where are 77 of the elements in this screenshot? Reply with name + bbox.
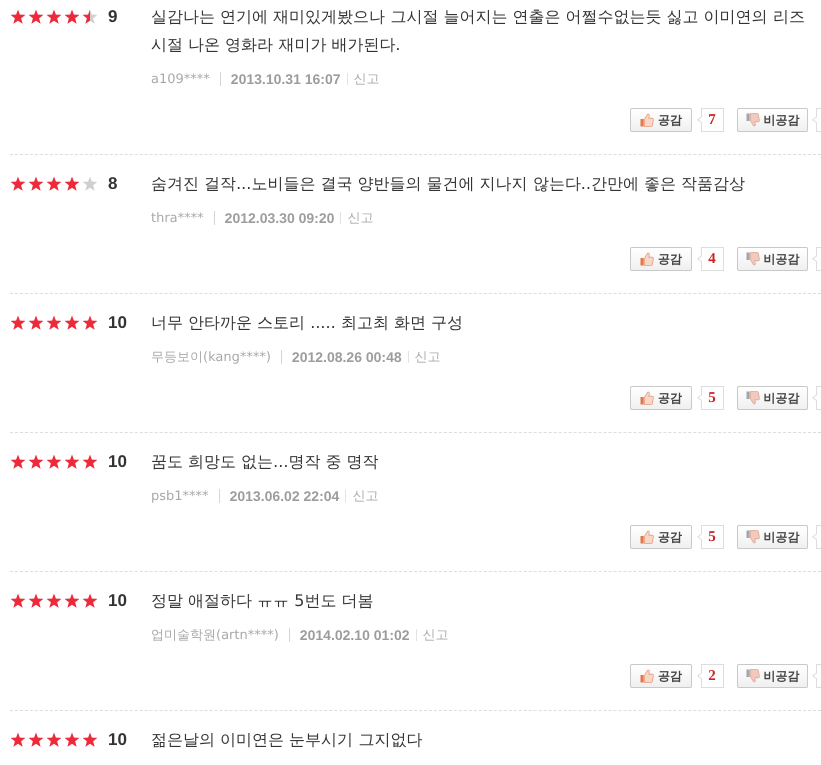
- rating-score: 10: [108, 313, 127, 333]
- thumbs-up-icon: [640, 391, 654, 405]
- star-icon: [64, 593, 80, 609]
- thumbs-up-icon: [640, 113, 654, 127]
- like-button[interactable]: 공감: [630, 247, 692, 271]
- like-button[interactable]: 공감: [630, 525, 692, 549]
- star-icon: [82, 593, 98, 609]
- thumbs-down-icon: [746, 530, 760, 544]
- like-count: 2: [697, 664, 724, 688]
- user-name: thra****: [151, 210, 204, 226]
- star-icon: [10, 315, 26, 331]
- post-date: 2012.03.30 09:20: [224, 210, 334, 226]
- star-icon: [64, 454, 80, 470]
- user-name: 무등보이(kang****): [151, 349, 271, 366]
- user-name: a109****: [151, 72, 210, 86]
- star-icon: [28, 732, 44, 748]
- star-icon: [28, 176, 44, 192]
- like-button[interactable]: 공감: [630, 108, 692, 132]
- star-icon: [10, 9, 26, 25]
- like-count: 5: [697, 525, 724, 549]
- review-text: 젊은날의 이미연은 눈부시기 그지없다: [151, 729, 424, 751]
- post-date: 2013.10.31 16:07: [230, 71, 341, 87]
- star-icon: [82, 732, 98, 748]
- star-icon: [46, 593, 62, 609]
- post-date: 2013.06.02 22:04: [230, 488, 340, 504]
- star-icon: [82, 315, 98, 331]
- star-icon: [64, 732, 80, 748]
- star-icon: [64, 315, 80, 331]
- star-icon: [10, 732, 26, 748]
- star-icon: [28, 9, 44, 25]
- star-icon: [28, 454, 44, 470]
- dislike-button[interactable]: 비공감: [737, 247, 808, 271]
- review-text: 실감나는 연기에 재미있게봤으나 그시절 늘어지는 연출은 어쩔수없는듯 싫고 이미연의 리즈 시절 나온 영화라 재미가 배가된다.: [151, 6, 806, 56]
- rating-score: 8: [108, 174, 118, 194]
- star-icon: [10, 593, 26, 609]
- like-count: 7: [697, 108, 724, 132]
- star-icon: [10, 454, 26, 470]
- rating-score: 10: [108, 452, 127, 472]
- review-text: 정말 애절하다 ㅠㅠ 5번도 더봄: [151, 590, 375, 612]
- dislike-button[interactable]: 비공감: [737, 525, 808, 549]
- star-icon: [46, 315, 62, 331]
- star-icon: [64, 176, 80, 192]
- star-icon: [82, 9, 98, 25]
- like-button[interactable]: 공감: [630, 386, 692, 410]
- user-name: 업미술학원(artn****): [151, 627, 279, 644]
- thumbs-up-icon: [640, 530, 654, 544]
- review-text: 너무 안타까운 스토리 ..... 최고최 화면 구성: [151, 312, 464, 334]
- thumbs-down-icon: [746, 391, 760, 405]
- rating-score: 10: [108, 591, 127, 611]
- star-icon: [46, 732, 62, 748]
- star-icon: [28, 593, 44, 609]
- post-date: 2014.02.10 01:02: [300, 627, 410, 643]
- star-icon: [82, 454, 98, 470]
- thumbs-down-icon: [746, 669, 760, 683]
- thumbs-up-icon: [640, 669, 654, 683]
- user-name: psb1****: [151, 488, 209, 504]
- like-count: 5: [697, 386, 724, 410]
- star-icon: [64, 9, 80, 25]
- thumbs-up-icon: [640, 252, 654, 266]
- rating-score: 10: [108, 730, 127, 750]
- star-icon: [46, 454, 62, 470]
- review-text: 숨겨진 걸작...노비들은 결국 양반들의 물건에 지나지 않는다..간만에 좋은 작품감상: [151, 173, 746, 195]
- star-icon: [82, 176, 98, 192]
- like-button[interactable]: 공감: [630, 664, 692, 688]
- thumbs-down-icon: [746, 252, 760, 266]
- star-icon: [46, 176, 62, 192]
- star-icon: [46, 9, 62, 25]
- dislike-button[interactable]: 비공감: [737, 108, 808, 132]
- dislike-button[interactable]: 비공감: [737, 664, 808, 688]
- like-count: 4: [697, 247, 724, 271]
- review-text: 꿈도 희망도 없는...명작 중 명작: [151, 451, 380, 473]
- thumbs-down-icon: [746, 113, 760, 127]
- dislike-button[interactable]: 비공감: [737, 386, 808, 410]
- star-icon: [28, 315, 44, 331]
- star-icon: [10, 176, 26, 192]
- rating-score: 9: [108, 7, 118, 27]
- post-date: 2012.08.26 00:48: [292, 349, 402, 365]
